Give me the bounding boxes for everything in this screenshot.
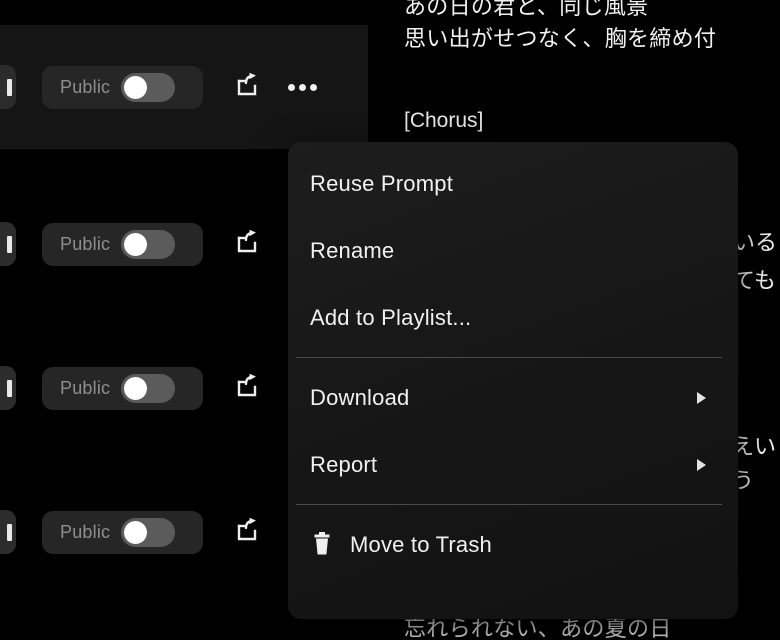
menu-item-move-to-trash[interactable]: Move to Trash: [288, 511, 738, 578]
share-button[interactable]: [230, 371, 264, 405]
lyric-line: 思い出がせつなく、胸を締め付: [404, 26, 717, 51]
visibility-switch[interactable]: [121, 373, 176, 403]
menu-item-report[interactable]: Report: [288, 431, 738, 498]
menu-separator: [296, 504, 722, 505]
share-button[interactable]: [230, 227, 264, 261]
lyric-section-label: [Chorus]: [404, 109, 484, 132]
menu-item-label: Reuse Prompt: [310, 170, 454, 196]
menu-item-label: Download: [310, 384, 410, 410]
pause-bar-icon: [7, 235, 12, 253]
switch-knob: [124, 520, 148, 544]
visibility-switch[interactable]: [121, 229, 176, 259]
visibility-switch[interactable]: [121, 517, 176, 547]
menu-item-reuse-prompt[interactable]: Reuse Prompt: [288, 150, 738, 217]
list-top-strip: [0, 0, 368, 25]
switch-knob: [124, 75, 148, 99]
row-play-pause-button[interactable]: [0, 510, 16, 554]
share-icon: [234, 373, 260, 404]
lyric-line-fragment: いる: [733, 230, 778, 255]
lyric-line-fragment: えい: [732, 434, 777, 459]
visibility-switch[interactable]: [121, 72, 176, 102]
visibility-label: Public: [60, 234, 111, 254]
menu-item-add-to-playlist[interactable]: Add to Playlist...: [288, 284, 738, 351]
lyric-line: あの日の君と、同じ風景: [404, 0, 649, 19]
pause-bar-icon: [7, 523, 12, 541]
share-icon: [234, 229, 260, 260]
visibility-label: Public: [60, 522, 111, 542]
context-menu[interactable]: Reuse Prompt Rename Add to Playlist... Down…: [288, 142, 738, 619]
pause-bar-icon: [7, 379, 12, 397]
switch-knob: [124, 376, 148, 400]
app-screen: Public Public Public Public あの日の君と、同じ風景思い出が…: [0, 0, 780, 640]
visibility-label: Public: [60, 378, 111, 398]
visibility-toggle-pill[interactable]: Public: [42, 65, 203, 109]
menu-item-label: Add to Playlist...: [310, 304, 472, 330]
menu-item-label: Move to Trash: [350, 531, 492, 557]
share-icon: [234, 517, 260, 548]
visibility-toggle-pill[interactable]: Public: [42, 366, 203, 410]
menu-item-label: Report: [310, 451, 378, 477]
menu-item-label: Rename: [310, 237, 395, 263]
song-row[interactable]: Public: [0, 25, 368, 149]
chevron-right-icon: [697, 458, 706, 471]
row-play-pause-button[interactable]: [0, 222, 16, 266]
visibility-toggle-pill[interactable]: Public: [42, 510, 203, 554]
more-options-button[interactable]: [285, 70, 319, 104]
pause-bar-icon: [7, 78, 12, 96]
share-button[interactable]: [230, 515, 264, 549]
row-play-pause-button[interactable]: [0, 366, 16, 410]
lyric-line-fragment: ても: [733, 268, 776, 293]
menu-item-rename[interactable]: Rename: [288, 217, 738, 284]
visibility-toggle-pill[interactable]: Public: [42, 222, 203, 266]
more-horizontal-icon: [287, 83, 317, 91]
share-button[interactable]: [230, 70, 264, 104]
row-play-pause-button[interactable]: [0, 65, 16, 109]
menu-item-download[interactable]: Download: [288, 364, 738, 431]
menu-separator: [296, 357, 722, 358]
share-icon: [234, 72, 260, 103]
visibility-label: Public: [60, 77, 111, 97]
trash-icon: [310, 532, 334, 558]
switch-knob: [124, 232, 148, 256]
chevron-right-icon: [697, 391, 706, 404]
